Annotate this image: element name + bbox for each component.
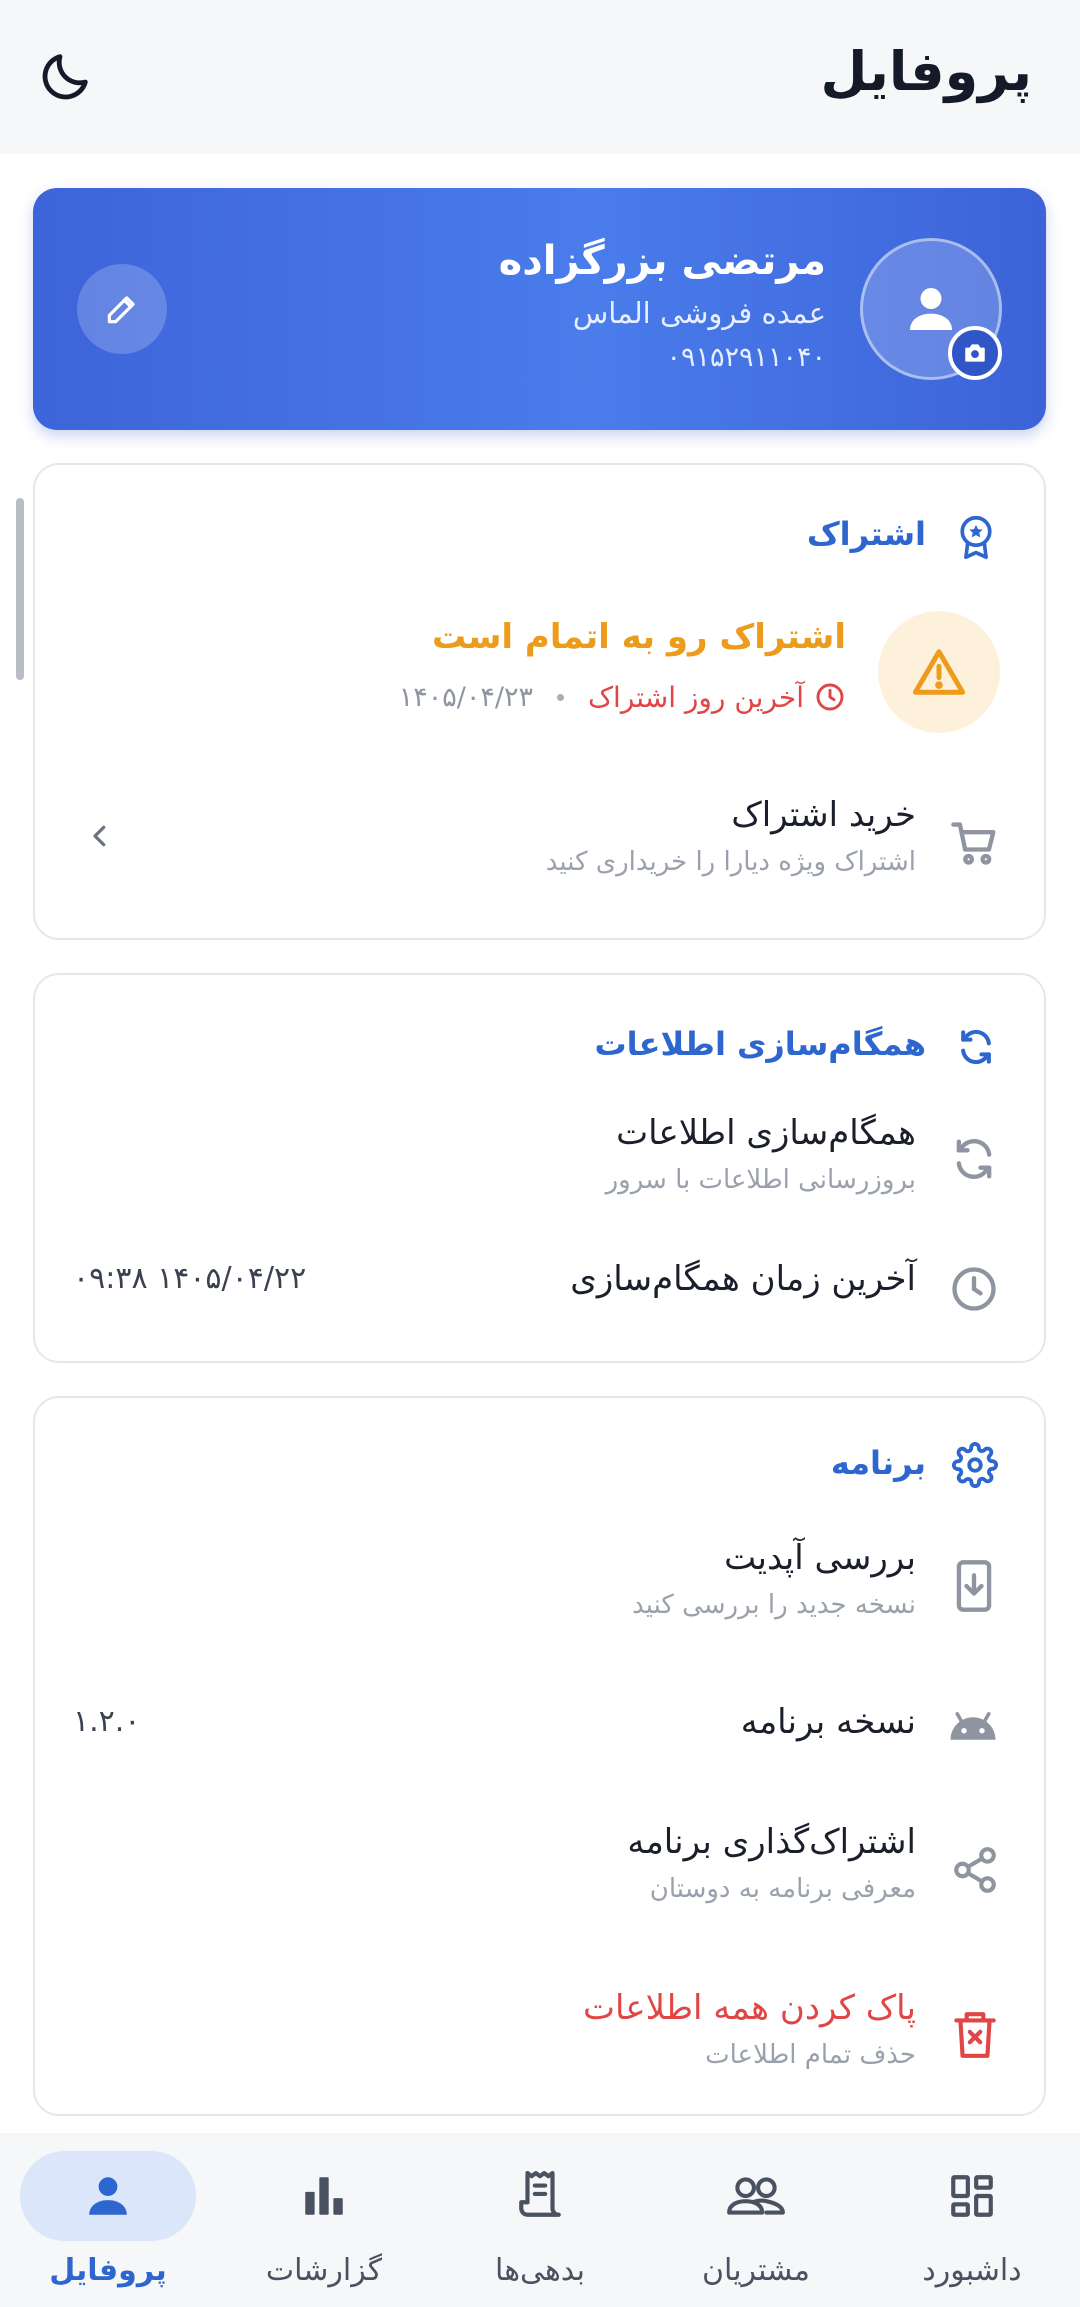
nav-item-debts[interactable]: بدهی‌ها <box>432 2141 648 2301</box>
app-header: برنامه <box>35 1434 1044 1494</box>
nav-label-profile: پروفایل <box>49 2253 167 2288</box>
edit-profile-button[interactable] <box>77 264 167 354</box>
theme-toggle-button[interactable] <box>30 40 102 112</box>
clock-icon <box>948 1263 1000 1315</box>
dashboard-icon <box>947 2171 997 2221</box>
sync-title: همگام‌سازی اطلاعات <box>594 1025 926 1063</box>
people-icon <box>725 2171 787 2221</box>
sync-row-subtitle: بروزرسانی اطلاعات با سرور <box>605 1165 916 1195</box>
last-sync-row: آخرین زمان همگام‌سازی ۰۹:۳۸ ۱۴۰۵/۰۴/۲۲ <box>35 1253 1044 1333</box>
check-update-row[interactable]: بررسی آپدیت نسخه جدید را بررسی کنید <box>35 1538 1044 1648</box>
business-name: عمده فروشی الماس <box>572 296 826 330</box>
nav-icon-pill <box>236 2151 412 2241</box>
subscription-title: اشتراک <box>806 515 926 553</box>
receipt-icon <box>515 2168 565 2224</box>
buy-subscription-row[interactable]: خرید اشتراک اشتراک ویژه دیارا را خریداری… <box>35 795 1044 915</box>
page-title: پروفایل <box>820 40 1032 103</box>
app-version-row: نسخه برنامه ۱.۲.۰ <box>35 1698 1044 1778</box>
nav-item-profile[interactable]: پروفایل <box>0 2141 216 2301</box>
last-sync-label: آخرین زمان همگام‌سازی <box>570 1259 916 1299</box>
subscription-warning-title: اشتراک رو به اتمام است <box>431 617 846 657</box>
subscription-header: اشتراک <box>35 505 1044 565</box>
nav-icon-pill <box>452 2151 628 2241</box>
chevron-left-icon <box>85 821 115 851</box>
nav-item-dashboard[interactable]: داشبورد <box>864 2141 1080 2301</box>
nav-icon-pill <box>884 2151 1060 2241</box>
person-icon <box>903 281 959 337</box>
nav-label-debts: بدهی‌ها <box>495 2253 585 2288</box>
download-icon <box>948 1558 1000 1614</box>
cart-icon <box>948 817 1000 869</box>
phone-number: ۰۹۱۵۲۹۱۱۰۴۰ <box>666 342 826 373</box>
check-update-subtitle: نسخه جدید را بررسی کنید <box>632 1590 916 1620</box>
share-app-subtitle: معرفی برنامه به دوستان <box>649 1874 916 1904</box>
android-icon <box>946 1704 1000 1744</box>
clear-data-row[interactable]: پاک کردن همه اطلاعات حذف تمام اطلاعات <box>35 1988 1044 2098</box>
nav-label-customers: مشتریان <box>702 2253 810 2288</box>
nav-label-reports: گزارشات <box>265 2253 383 2288</box>
last-sync-value: ۰۹:۳۸ ۱۴۰۵/۰۴/۲۲ <box>73 1261 307 1296</box>
buy-subscription-title: خرید اشتراک <box>731 795 916 835</box>
share-app-title: اشتراک‌گذاری برنامه <box>627 1822 916 1862</box>
sync-card: همگام‌سازی اطلاعات همگام‌سازی اطلاعات بر… <box>33 973 1046 1363</box>
camera-icon <box>962 340 988 366</box>
last-day-label: آخرین روز اشتراک <box>588 680 804 714</box>
separator-dot <box>557 693 564 701</box>
bar-chart-icon <box>299 2171 349 2221</box>
last-day-date: ۱۴۰۵/۰۴/۲۳ <box>398 681 533 713</box>
pencil-icon <box>103 290 141 328</box>
subscription-card: اشتراک اشتراک رو به اتمام است آخرین روز … <box>33 463 1046 940</box>
app-version-label: نسخه برنامه <box>740 1702 916 1742</box>
share-app-row[interactable]: اشتراک‌گذاری برنامه معرفی برنامه به دوست… <box>35 1822 1044 1932</box>
share-icon <box>950 1844 1000 1896</box>
app-title: برنامه <box>830 1444 926 1482</box>
sync-now-row[interactable]: همگام‌سازی اطلاعات بروزرسانی اطلاعات با … <box>35 1113 1044 1223</box>
nav-item-reports[interactable]: گزارشات <box>216 2141 432 2301</box>
change-photo-button[interactable] <box>948 326 1002 380</box>
sync-icon <box>948 1133 1000 1185</box>
profile-card: مرتضی بزرگزاده عمده فروشی الماس ۰۹۱۵۲۹۱۱… <box>33 188 1046 430</box>
nav-icon-pill <box>668 2151 844 2241</box>
delete-icon <box>950 2008 1000 2062</box>
clear-data-title: پاک کردن همه اطلاعات <box>583 1988 916 2028</box>
sync-header: همگام‌سازی اطلاعات <box>35 1015 1044 1075</box>
warning-icon <box>912 647 966 697</box>
check-update-title: بررسی آپدیت <box>724 1538 916 1578</box>
app-version-value: ۱.۲.۰ <box>73 1704 141 1739</box>
nav-icon-pill <box>20 2151 196 2241</box>
app-card: برنامه بررسی آپدیت نسخه جدید را بررسی کن… <box>33 1396 1046 2116</box>
scrollbar[interactable] <box>16 498 24 680</box>
clock-icon <box>814 681 846 713</box>
nav-label-dashboard: داشبورد <box>922 2253 1022 2288</box>
badge-icon <box>954 513 998 561</box>
gear-icon <box>952 1442 998 1488</box>
sync-row-title: همگام‌سازی اطلاعات <box>616 1113 916 1153</box>
bottom-navigation: پروفایل گزارشات بدهی‌ها <box>0 2133 1080 2307</box>
subscription-expiry: آخرین روز اشتراک ۱۴۰۵/۰۴/۲۳ <box>399 677 846 717</box>
nav-item-customers[interactable]: مشتریان <box>648 2141 864 2301</box>
sync-icon <box>954 1023 998 1071</box>
warning-badge <box>878 611 1000 733</box>
buy-subscription-subtitle: اشتراک ویژه دیارا را خریداری کنید <box>545 847 916 877</box>
person-icon <box>83 2171 133 2221</box>
clear-data-subtitle: حذف تمام اطلاعات <box>705 2040 916 2070</box>
app-bar: پروفایل <box>0 0 1080 154</box>
moon-icon <box>37 47 95 105</box>
profile-name: مرتضی بزرگزاده <box>498 238 826 284</box>
